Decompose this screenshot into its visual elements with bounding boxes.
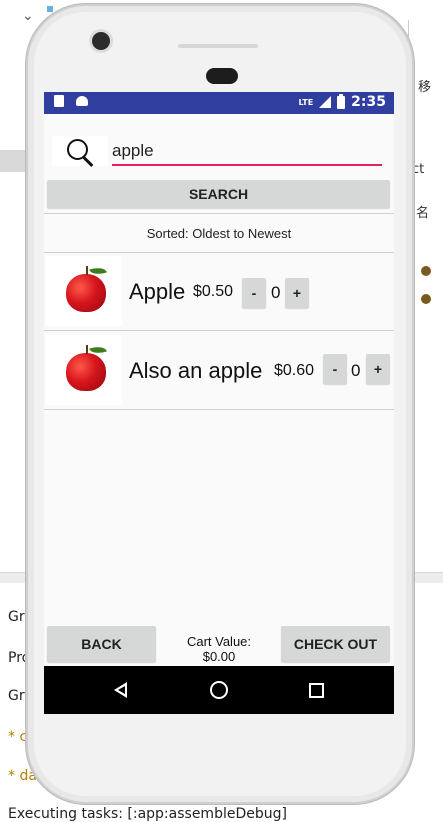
search-input[interactable] [112, 138, 382, 166]
list-item: Apple $0.50 - 0 + [44, 253, 394, 330]
divider [44, 213, 394, 214]
signal-icon [319, 96, 332, 108]
back-button[interactable]: BACK [47, 626, 156, 662]
status-time: 2:35 [351, 94, 386, 110]
apple-image [46, 256, 122, 326]
home-nav-icon[interactable] [210, 681, 228, 699]
list-item: Also an apple $0.60 - 0 + [44, 332, 394, 409]
speaker-grill [206, 68, 238, 84]
search-button[interactable]: SEARCH [47, 180, 390, 208]
chevron-down-icon[interactable]: ⌄ [22, 8, 34, 24]
item-quantity: 0 [271, 283, 281, 302]
search-icon [52, 136, 108, 167]
item-price: $0.50 [193, 283, 234, 300]
item-price: $0.60 [274, 362, 315, 379]
cart-value: Cart Value: $0.00 [162, 634, 276, 664]
network-type: LTE [298, 97, 314, 107]
sd-card-icon [54, 95, 64, 107]
back-nav-icon-inner [118, 686, 125, 694]
navigation-bar [44, 666, 394, 714]
android-icon [76, 96, 88, 106]
recents-nav-icon[interactable] [309, 683, 324, 698]
ide-log-line: Gr [8, 688, 25, 704]
status-bar: LTE 2:35 [44, 92, 394, 114]
divider [44, 330, 394, 331]
checkout-button[interactable]: CHECK OUT [281, 626, 390, 662]
cart-value-label: Cart Value: [186, 634, 252, 649]
ide-log-line: Gr [8, 609, 25, 625]
sort-label: Sorted: Oldest to Newest [146, 226, 292, 241]
increment-button[interactable]: + [285, 278, 309, 308]
divider [44, 409, 394, 410]
item-quantity: 0 [351, 361, 361, 380]
ide-side-text: 名 [416, 206, 430, 221]
increment-button[interactable]: + [366, 354, 390, 384]
item-name: Also an apple [129, 358, 263, 383]
ide-marker [47, 6, 53, 12]
decrement-button[interactable]: - [242, 278, 266, 308]
ide-task-icon[interactable] [421, 294, 431, 304]
decrement-button[interactable]: - [323, 354, 347, 384]
ide-task-icon[interactable] [421, 266, 431, 276]
search-row [52, 136, 386, 170]
ide-side-text: 移 [418, 80, 432, 95]
battery-icon [337, 93, 346, 109]
app-screen: LTE 2:35 SEARCH Sorted: Oldest to Newest… [44, 92, 394, 714]
ide-log-line: * c [8, 729, 28, 745]
item-name: Apple [129, 279, 186, 304]
apple-image [46, 335, 122, 405]
cart-value-amount: $0.00 [202, 649, 236, 664]
sensor-bar [178, 44, 258, 48]
camera-lens [92, 32, 110, 50]
